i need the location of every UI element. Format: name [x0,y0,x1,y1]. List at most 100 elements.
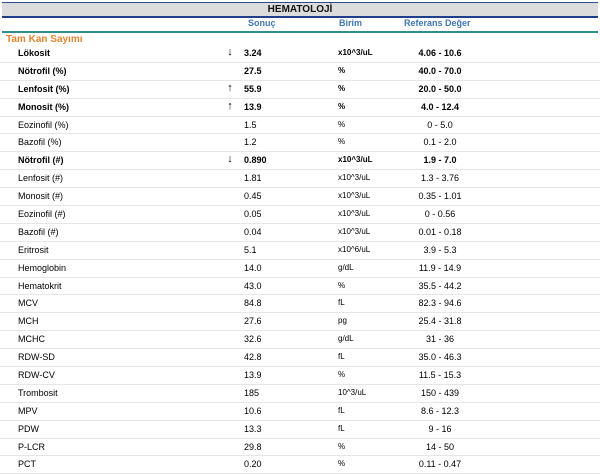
result-value: 185 [244,387,260,398]
unit-value: % [338,441,346,451]
unit-value: fL [338,423,345,433]
result-value: 1.2 [244,137,257,148]
table-row: Nötrofil (%) 27.5% 40.0 - 70.0 [0,63,600,81]
result-value: 84.8 [244,298,262,309]
result-value: 0.45 [244,191,262,202]
result-value: 27.5 [244,65,262,76]
table-row: PCT 0.20% 0.11 - 0.47 [0,456,600,474]
reference-range: 35.5 - 44.2 [418,280,462,291]
unit-value: fL [338,298,345,308]
arrow-down-icon: ↓ [227,153,233,166]
reference-range: 0 - 5.0 [427,119,453,130]
unit-column-header: Birim [339,18,363,28]
test-name: Monosit (%) [18,101,69,112]
result-value: 29.8 [244,441,262,452]
table-row: RDW-CV 13.9% 11.5 - 15.3 [0,367,600,385]
unit-value: % [338,83,346,93]
result-value: 1.81 [244,173,262,184]
reference-range: 11.9 - 14.9 [418,262,462,273]
reference-range: 150 - 439 [420,387,460,398]
header-divider [2,31,598,33]
reference-range: 31 - 36 [425,334,455,345]
unit-value: x10^3/uL [338,48,373,57]
result-value: 42.8 [244,352,262,363]
reference-range: 11.5 - 15.3 [418,370,462,381]
test-name: Hemoglobin [18,262,67,273]
reference-range: 14 - 50 [425,441,455,452]
result-value: 3.24 [244,48,262,58]
unit-value: pg [338,316,347,326]
result-value: 0.04 [244,226,262,237]
reference-range: 0.1 - 2.0 [423,137,457,148]
test-name: Monosit (#) [18,191,64,202]
result-value: 13.9 [244,101,262,112]
test-name: RDW-CV [18,370,55,381]
result-value: 1.5 [244,119,257,130]
unit-value: x10^3/uL [338,155,373,165]
table-row: MCHC 32.6 g/dL 31 - 36 [0,331,600,350]
table-row: Trombosit 185 10^3/uL 150 - 439 [0,385,600,403]
test-name: MCHC [18,334,45,345]
result-value: 55.9 [244,83,262,94]
reference-range: 8.6 - 12.3 [420,405,460,416]
result-value: 43.0 [244,280,262,291]
table-row: Lenfosit (%) ↑ 55.9% 20.0 - 50.0 [0,81,600,99]
table-row: MPV 10.6 fL 8.6 - 12.3 [0,403,600,421]
table-row: Monosit (#) 0.45 x10^3/uL 0.35 - 1.01 [0,188,600,207]
result-column-header: Sonuç [248,18,276,28]
reference-range: 0.35 - 1.01 [418,191,462,202]
test-name: Lenfosit (%) [18,83,70,94]
test-name: PCT [18,459,36,470]
result-value: 32.6 [244,334,262,345]
unit-value: % [338,137,346,147]
table-row: P-LCR 29.8% 14 - 50 [0,439,600,457]
test-name: Eritrosit [18,244,49,255]
test-name: Bazofil (#) [18,226,59,237]
table-row: MCV 84.8 fL 82.3 - 94.6 [0,295,600,314]
test-name: MCH [18,316,39,327]
results-table: Lökosit ↓ 3.24 x10^3/uL 4.06 - 10.6 Nötrofil … [0,45,600,474]
section-title: Tam Kan Sayımı [6,34,83,45]
table-row: Lenfosit (#) 1.81 x10^3/uL 1.3 - 3.76 [0,170,600,189]
reference-range: 3.9 - 5.3 [423,244,457,255]
table-row: Eozinofil (#) 0.05 x10^3/uL 0 - 0.56 [0,206,600,224]
test-name: Nötrofil (%) [18,65,67,76]
table-row: Nötrofil (#) ↓ 0.890 x10^3/uL 1.9 - 7.0 [0,152,600,171]
unit-value: % [338,65,346,75]
reference-range: 35.0 - 46.3 [418,352,462,363]
reference-range: 0.01 - 0.18 [418,226,462,237]
test-name: MCV [18,298,38,309]
table-row: Bazofil (#) 0.04 x10^3/uL 0.01 - 0.18 [0,224,600,242]
result-value: 0.05 [244,209,262,220]
page-title: HEMATOLOJİ [2,2,598,18]
table-row: MCH 27.6 pg 25.4 - 31.8 [0,313,600,332]
test-name: RDW-SD [18,352,55,363]
result-value: 5.1 [244,244,257,255]
result-value: 27.6 [244,316,262,327]
reference-range: 4.06 - 10.6 [418,48,462,58]
arrow-down-icon: ↓ [227,46,233,58]
table-row: Hematokrit 43.0% 35.5 - 44.2 [0,278,600,296]
result-value: 13.3 [244,423,262,434]
test-name: Lökosit [18,48,51,58]
unit-value: x10^3/uL [338,226,371,236]
reference-range: 25.4 - 31.8 [418,316,462,327]
unit-value: x10^3/uL [338,191,371,201]
result-value: 10.6 [244,405,262,416]
unit-value: g/dL [338,262,354,272]
table-row: Eozinofil (%) 1.5% 0 - 5.0 [0,117,600,135]
unit-value: x10^3/uL [338,173,371,183]
reference-range: 1.3 - 3.76 [420,173,460,184]
table-row: Hemoglobin 14.0 g/dL 11.9 - 14.9 [0,260,600,278]
result-value: 13.9 [244,370,262,381]
test-name: Eozinofil (%) [18,119,69,130]
test-name: Hematokrit [18,280,62,291]
table-row: Lökosit ↓ 3.24 x10^3/uL 4.06 - 10.6 [0,45,600,63]
reference-range: 0 - 0.56 [424,209,456,220]
reference-range: 20.0 - 50.0 [418,83,462,94]
unit-value: % [338,370,346,380]
reference-range: 9 - 16 [428,423,452,434]
table-row: PDW 13.3 fL 9 - 16 [0,421,600,439]
reference-range: 0.11 - 0.47 [418,459,462,470]
unit-value: fL [338,352,345,362]
